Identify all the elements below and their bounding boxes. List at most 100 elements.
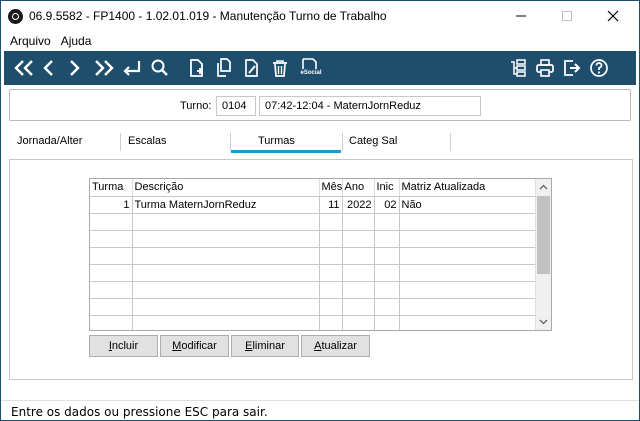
- grid-header-row: Turma Descrição Mês Ano Inic Matriz Atua…: [90, 179, 537, 197]
- turno-code-field[interactable]: 0104: [216, 96, 256, 116]
- table-row-empty[interactable]: [90, 264, 537, 282]
- double-chevron-left-icon: [14, 60, 33, 76]
- previous-record-button[interactable]: [37, 56, 61, 80]
- scroll-thumb[interactable]: [537, 196, 550, 274]
- minimize-button[interactable]: [501, 5, 541, 27]
- incluir-label: ncluir: [111, 340, 139, 352]
- minimize-icon: [516, 15, 526, 17]
- toolbar: eSocial: [4, 51, 636, 85]
- chevron-up-icon: [539, 184, 548, 190]
- cell-mes[interactable]: 11: [319, 196, 343, 214]
- turmas-grid: Turma Descrição Mês Ano Inic Matriz Atua…: [89, 178, 552, 331]
- incluir-button[interactable]: Incluir: [89, 335, 158, 357]
- close-button[interactable]: [593, 5, 633, 27]
- turmas-panel: Turma Descrição Mês Ano Inic Matriz Atua…: [9, 159, 633, 380]
- status-message: Entre os dados ou pressione ESC para sai…: [11, 405, 268, 419]
- col-header-matriz-atualizada[interactable]: Matriz Atualizada: [399, 179, 537, 197]
- new-document-icon: [190, 59, 203, 77]
- cell-descricao[interactable]: Turma MaternJornReduz: [132, 196, 320, 214]
- hierarchy-icon: [511, 59, 526, 77]
- modificar-accel: M: [172, 340, 182, 352]
- esocial-label: eSocial: [300, 70, 322, 76]
- tab-categ-sal[interactable]: Categ Sal: [349, 135, 397, 155]
- table-row[interactable]: 1 Turma MaternJornReduz 11 2022 02 Não: [90, 196, 537, 214]
- tab-separator: [230, 133, 231, 151]
- next-record-button[interactable]: [62, 56, 86, 80]
- table-row-empty[interactable]: [90, 213, 537, 231]
- table-row-empty[interactable]: [90, 230, 537, 248]
- title-bar: 06.9.5582 - FP1400 - 1.02.01.019 - Manut…: [1, 1, 639, 31]
- table-row-empty[interactable]: [90, 298, 537, 316]
- tab-bar: Jornada/Alter Escalas Turmas Categ Sal: [9, 129, 633, 155]
- exit-icon: [564, 60, 581, 76]
- tab-separator: [450, 133, 451, 151]
- modificar-label: odificar: [181, 340, 217, 352]
- table-row-empty[interactable]: [90, 247, 537, 265]
- cell-matriz[interactable]: Não: [399, 196, 537, 214]
- scroll-down-button[interactable]: [536, 314, 551, 330]
- first-record-button[interactable]: [12, 56, 36, 80]
- esocial-button[interactable]: eSocial: [296, 56, 326, 80]
- menu-bar: Arquivo Ajuda: [1, 31, 639, 51]
- turmas-table: Turma Descrição Mês Ano Inic Matriz Atua…: [90, 179, 537, 330]
- last-record-button[interactable]: [92, 56, 116, 80]
- copy-icon: [217, 58, 231, 77]
- eliminar-accel: E: [245, 340, 253, 352]
- edit-record-button[interactable]: [240, 56, 264, 80]
- edit-document-icon: [245, 59, 258, 77]
- tab-active-indicator: [231, 150, 341, 153]
- cell-ano[interactable]: 2022: [342, 196, 375, 214]
- window-title: 06.9.5582 - FP1400 - 1.02.01.019 - Manut…: [29, 9, 387, 23]
- col-header-inic[interactable]: Inic: [374, 179, 400, 197]
- chevron-left-icon: [43, 60, 53, 76]
- grid-vertical-scrollbar[interactable]: [535, 179, 551, 330]
- col-header-ano[interactable]: Ano: [342, 179, 375, 197]
- eliminar-button[interactable]: Eliminar: [231, 335, 299, 357]
- modificar-button[interactable]: Modificar: [160, 335, 229, 357]
- return-button[interactable]: [120, 56, 144, 80]
- col-header-turma[interactable]: Turma: [90, 179, 133, 197]
- atualizar-accel: A: [314, 340, 322, 352]
- search-icon: [151, 59, 168, 76]
- chevron-down-icon: [539, 319, 548, 325]
- menu-arquivo[interactable]: Arquivo: [1, 34, 57, 48]
- help-button[interactable]: [587, 56, 611, 80]
- turno-panel: Turno: 0104 07:42-12:04 - MaternJornRedu…: [9, 89, 631, 121]
- exit-button[interactable]: [560, 56, 584, 80]
- enter-arrow-icon: [123, 61, 141, 76]
- status-bar: Entre os dados ou pressione ESC para sai…: [1, 400, 639, 420]
- chevron-right-icon: [70, 60, 80, 76]
- search-button[interactable]: [148, 56, 172, 80]
- table-row-empty[interactable]: [90, 281, 537, 299]
- turno-label: Turno:: [180, 100, 212, 112]
- turno-description-field: 07:42-12:04 - MaternJornReduz: [259, 96, 481, 116]
- help-icon: [590, 59, 608, 77]
- scroll-up-button[interactable]: [536, 179, 551, 195]
- copy-record-button[interactable]: [212, 56, 236, 80]
- menu-ajuda[interactable]: Ajuda: [57, 34, 98, 48]
- cell-turma[interactable]: 1: [90, 196, 133, 214]
- printer-icon: [536, 59, 554, 77]
- tab-separator: [342, 133, 343, 151]
- app-logo-icon: [8, 9, 23, 24]
- maximize-icon: [562, 11, 572, 21]
- table-row-empty[interactable]: [90, 315, 537, 330]
- double-chevron-right-icon: [95, 60, 114, 76]
- cell-inic[interactable]: 02: [374, 196, 400, 214]
- trash-icon: [273, 60, 287, 77]
- maximize-button: [547, 5, 587, 27]
- main-content: Turno: 0104 07:42-12:04 - MaternJornRedu…: [4, 85, 636, 400]
- print-button[interactable]: [533, 56, 557, 80]
- tab-separator: [120, 133, 121, 151]
- atualizar-button[interactable]: Atualizar: [301, 335, 370, 357]
- col-header-descricao[interactable]: Descrição: [132, 179, 320, 197]
- structure-button[interactable]: [506, 56, 530, 80]
- new-record-button[interactable]: [185, 56, 209, 80]
- tab-jornada-alter[interactable]: Jornada/Alter: [17, 135, 82, 155]
- atualizar-label: tualizar: [321, 340, 357, 352]
- tab-escalas[interactable]: Escalas: [128, 135, 167, 155]
- col-header-mes[interactable]: Mês: [319, 179, 343, 197]
- delete-record-button[interactable]: [268, 56, 292, 80]
- application-window: 06.9.5582 - FP1400 - 1.02.01.019 - Manut…: [0, 0, 640, 421]
- close-icon: [607, 10, 619, 22]
